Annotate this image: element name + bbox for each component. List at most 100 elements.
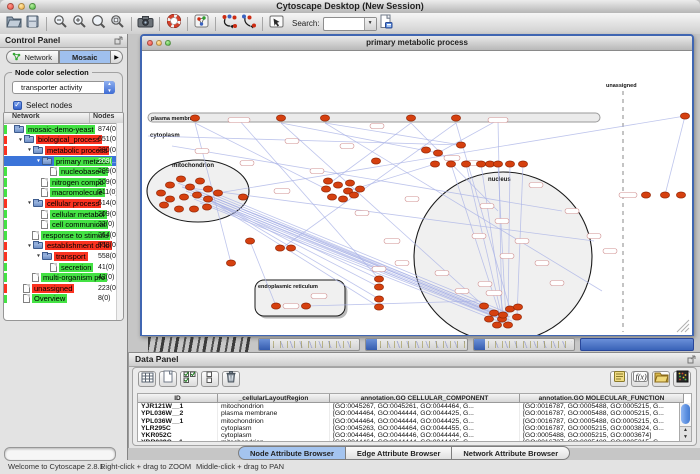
search-input[interactable]: ▼ [323, 17, 377, 31]
graph-node [226, 260, 235, 266]
tab-mosaic[interactable]: Mosaic [59, 50, 112, 64]
expand-triangle-icon[interactable]: ▼ [35, 158, 42, 163]
tab-node-attribute-browser[interactable]: Node Attribute Browser [238, 446, 346, 460]
tree-row-cell-communicat[interactable]: cell communicat22(0) [4, 219, 123, 230]
table-row[interactable]: YLR295Ccytoplasm[GO:0045263, GO:0044464,… [138, 425, 691, 432]
network-tree-header[interactable]: Network Nodes [4, 113, 123, 124]
dropdown-stepper-icon[interactable]: ▲▼ [104, 81, 115, 94]
control-panel: Control Panel NetworkMosaic▶ Node color … [0, 34, 128, 460]
column-header-id[interactable]: ID [138, 394, 218, 403]
help-button[interactable] [164, 15, 183, 32]
expand-triangle-icon[interactable]: ▼ [35, 254, 42, 259]
tree-row-metabolic-process[interactable]: ▼metabolic process280(0) [4, 145, 123, 156]
tree-row-label: cellular process [45, 199, 101, 208]
tree-row-establishment-of-lo[interactable]: ▼establishment of lo558(0) [4, 241, 123, 252]
search-config-button[interactable] [377, 15, 396, 32]
graph-node [430, 161, 439, 167]
tree-row-mosaic-demo-yeast[interactable]: mosaic-demo-yeast874(0) [4, 124, 123, 135]
tree-row-multi-organism-pro[interactable]: multi-organism pro42(0) [4, 272, 123, 283]
minimized-view-window[interactable] [258, 338, 360, 351]
layout-organic-button[interactable] [239, 15, 258, 32]
zoom-out-button[interactable] [51, 15, 70, 32]
float-panel-icon[interactable] [114, 36, 123, 49]
network-column-header[interactable]: Network [4, 113, 90, 123]
tab-network-attribute-browser[interactable]: Network Attribute Browser [452, 446, 570, 460]
node-color-dropdown[interactable]: transporter activity ▲▼ [12, 81, 115, 94]
network-overview-button[interactable] [192, 15, 211, 32]
delete-attribute-button[interactable] [222, 371, 240, 387]
open-button[interactable] [4, 15, 23, 32]
expand-triangle-icon[interactable]: ▼ [26, 148, 33, 153]
tree-row-nucleobase-c[interactable]: nucleobase-c209(0) [4, 166, 123, 177]
scrollbar-arrows-icon[interactable]: ▲▼ [680, 426, 691, 441]
expand-triangle-icon[interactable]: ▼ [17, 137, 24, 142]
zoom-fit-button[interactable] [89, 15, 108, 32]
table-row[interactable]: YPL036W__1mitochondrion[GO:0044464, GO:0… [138, 418, 691, 425]
expand-triangle-icon[interactable]: ▼ [26, 243, 33, 248]
tree-row-response-to-stimulu[interactable]: response to stimulu264(0) [4, 230, 123, 241]
column-header-1[interactable]: _cellularLayoutRegion [218, 394, 330, 403]
tree-row-transport[interactable]: ▼transport558(0) [4, 251, 123, 262]
zoom-selected-button[interactable] [108, 15, 127, 32]
graph-node [446, 161, 455, 167]
select-attributes-button[interactable] [180, 371, 198, 387]
attribute-batch-button[interactable] [610, 371, 628, 387]
table-row[interactable]: YKR052Ccytoplasm[GO:0044464, GO:0044446,… [138, 432, 691, 439]
function-builder-button[interactable]: f(x) [631, 371, 649, 387]
annotation-button[interactable] [267, 15, 286, 32]
zoom-in-button[interactable] [70, 15, 89, 32]
tab-overflow-icon[interactable]: ▶ [111, 50, 123, 64]
table-row[interactable]: YPL036W__2plasma membrane[GO:0044464, GO… [138, 410, 691, 417]
tree-row-unassigned[interactable]: unassigned223(0) [4, 283, 123, 294]
attribute-select-icon [141, 370, 154, 388]
scrollbar-thumb[interactable] [681, 404, 690, 424]
tree-row-overview[interactable]: Overview8(0) [4, 294, 123, 305]
table-row[interactable]: YJR121W__1mitochondrion[GO:0045267, GO:0… [138, 403, 691, 410]
graph-node [680, 113, 689, 119]
network-view-frame[interactable]: primary metabolic process plasma membran… [140, 34, 694, 336]
tree-row-biological-process[interactable]: ▼biological_process651(0) [4, 135, 123, 146]
tree-row-secretion[interactable]: secretion41(0) [4, 262, 123, 273]
tree-row-nitrogen-compo[interactable]: nitrogen compo209(0) [4, 177, 123, 188]
attribute-matrix-button[interactable] [673, 371, 691, 387]
column-header-2[interactable]: annotation.GO CELLULAR_COMPONENT [330, 394, 520, 403]
network-view-titlebar[interactable]: primary metabolic process [142, 36, 692, 51]
graph-node [513, 304, 522, 310]
window-titlebar[interactable]: Cytoscape Desktop (New Session) [0, 0, 700, 14]
layout-hierarchic-icon [221, 14, 238, 34]
import-attributes-button[interactable] [652, 371, 670, 387]
tree-scrollbar[interactable] [116, 123, 123, 320]
tree-row-primary-metabol[interactable]: ▼primary metabol209(... [4, 156, 123, 167]
column-header-3[interactable]: annotation.GO MOLECULAR_FUNCTION [520, 394, 684, 403]
layout-hierarchic-button[interactable] [220, 15, 239, 32]
graph-node [345, 180, 354, 186]
network-canvas[interactable]: plasma membranecytoplasmmitochondrionnuc… [142, 51, 692, 335]
minimized-view-window[interactable] [365, 338, 467, 351]
attribute-table[interactable]: ID_cellularLayoutRegionannotation.GO CEL… [137, 393, 692, 442]
expand-triangle-icon[interactable]: ▼ [26, 201, 33, 206]
graph-node [641, 192, 650, 198]
row-color-strip [4, 146, 7, 155]
table-scrollbar[interactable]: ▲▼ [679, 403, 691, 441]
graph-node [374, 304, 383, 310]
minimized-view-window[interactable] [473, 338, 575, 351]
graph-node [479, 303, 488, 309]
attribute-select-button[interactable] [138, 371, 156, 387]
tab-edge-attribute-browser[interactable]: Edge Attribute Browser [346, 446, 452, 460]
tab-network[interactable]: Network [6, 50, 59, 64]
tree-row-cellular-metabol[interactable]: cellular metabol209(0) [4, 209, 123, 220]
new-attribute-button[interactable] [159, 371, 177, 387]
nodes-column-header[interactable]: Nodes [90, 113, 123, 123]
tree-row-macromolecule[interactable]: macromolecule311(0) [4, 188, 123, 199]
snapshot-button[interactable] [136, 15, 155, 32]
zoom-selected-icon [110, 14, 125, 34]
node-label-capsule [565, 209, 579, 214]
select-nodes-checkbox[interactable] [13, 101, 22, 110]
region-label: unassigned [606, 83, 637, 89]
tree-row-cellular-process[interactable]: ▼cellular process614(0) [4, 198, 123, 209]
minimized-window-titlebar[interactable] [580, 338, 694, 351]
save-button[interactable] [23, 15, 42, 32]
chevron-down-icon[interactable]: ▼ [364, 18, 376, 30]
table-row[interactable]: YDR039C__1mitochondrion[GO:0044464, GO:0… [138, 439, 691, 442]
unselect-attributes-button[interactable] [201, 371, 219, 387]
